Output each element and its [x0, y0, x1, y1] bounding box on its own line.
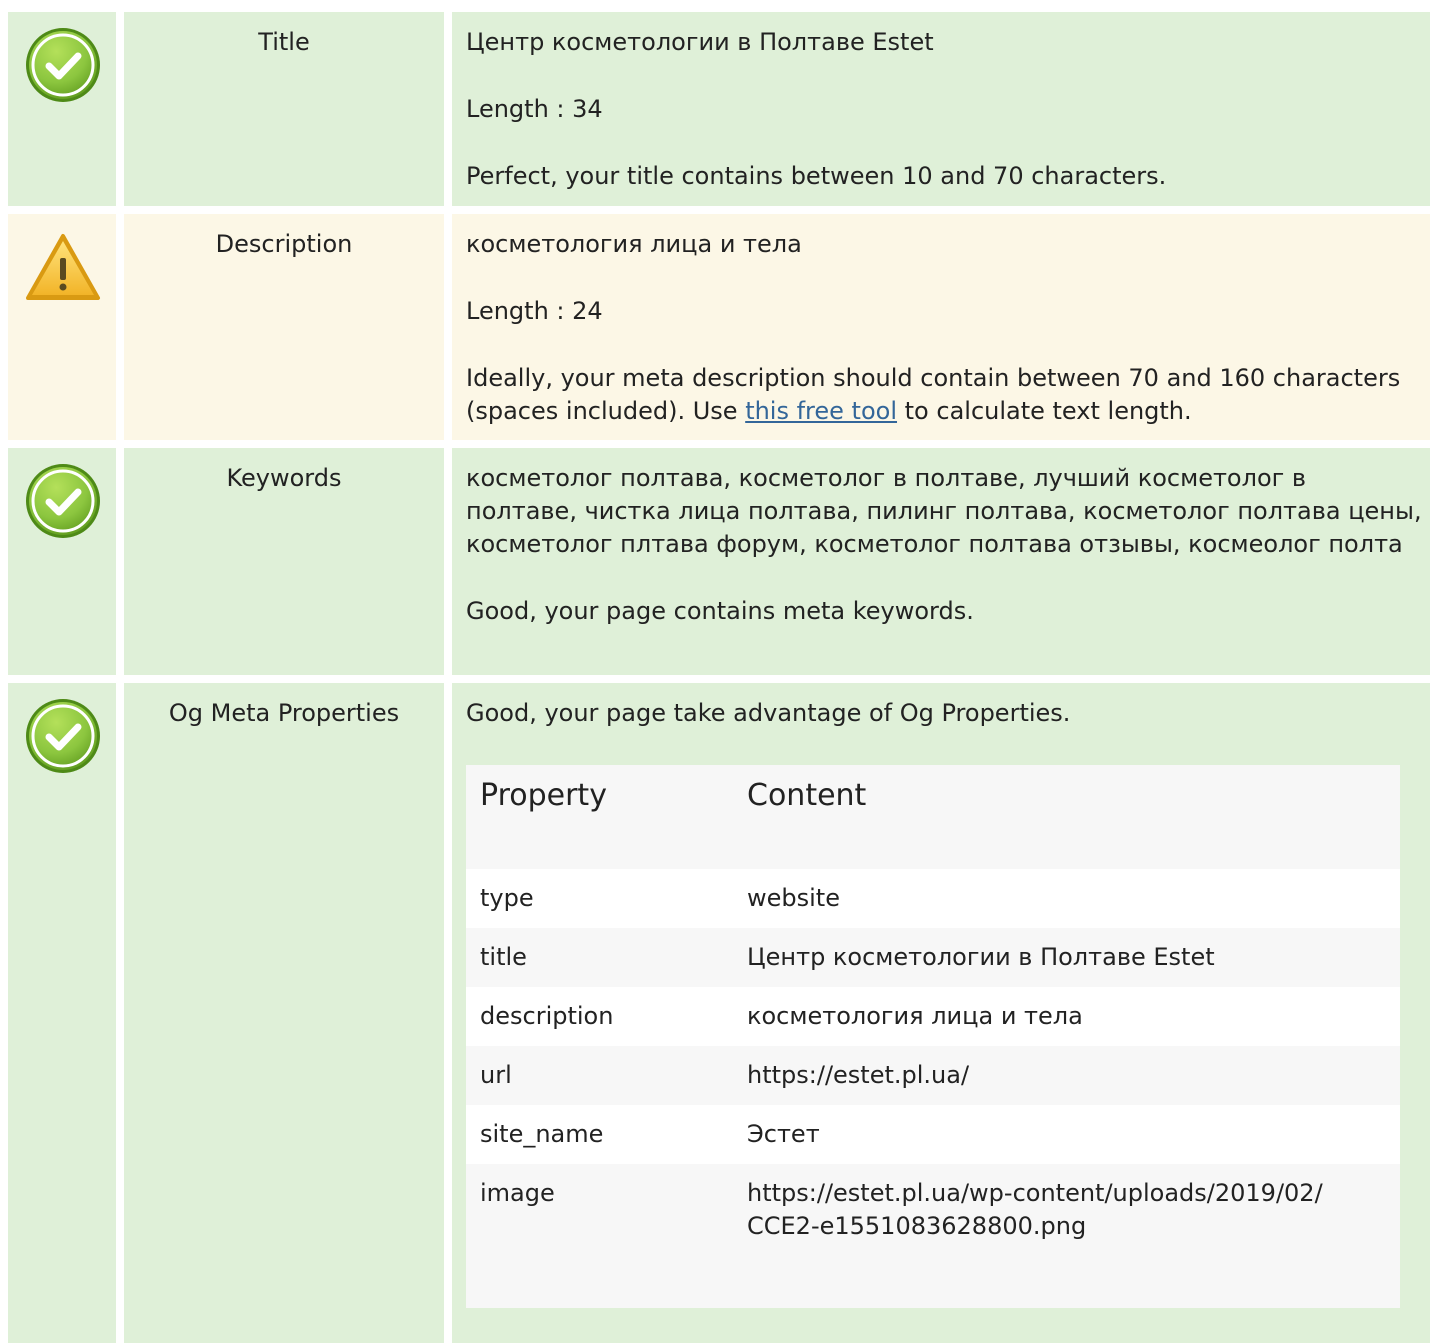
title-length: Length : 34 — [466, 95, 603, 123]
og-properties-table: Property Content type website title Цент… — [466, 765, 1400, 1308]
warning-triangle-icon — [26, 234, 100, 300]
keywords-check-row: Keywords косметолог полтава, косметолог … — [0, 448, 1430, 675]
check-content: Good, your page take advantage of Og Pro… — [452, 683, 1430, 1343]
property-cell: site_name — [480, 1120, 604, 1148]
table-row: type website — [466, 869, 1400, 928]
keywords-value: косметолог полтава, косметолог в полтаве… — [466, 464, 1422, 558]
check-circle-icon — [26, 28, 100, 102]
content-cell: https://estet.pl.ua/wp-content/uploads/2… — [733, 1164, 1400, 1256]
content-cell: website — [747, 884, 840, 912]
title-value: Центр косметологии в Полтаве Estet — [466, 28, 934, 56]
check-content: косметология лица и тела Length : 24 Ide… — [452, 214, 1430, 440]
table-row: description косметология лица и тела — [466, 987, 1400, 1046]
content-cell: Эстет — [747, 1120, 820, 1148]
table-row: url https://estet.pl.ua/ — [466, 1046, 1400, 1105]
check-circle-icon — [26, 699, 100, 773]
description-check-row: Description косметология лица и тела Len… — [0, 214, 1430, 440]
title-check-row: Title Центр косметологии в Полтаве Estet… — [0, 12, 1430, 206]
table-row: title Центр косметологии в Полтаве Estet — [466, 928, 1400, 987]
description-value: косметология лица и тела — [466, 230, 802, 258]
table-row: image https://estet.pl.ua/wp-content/upl… — [466, 1164, 1400, 1256]
check-label: Title — [124, 12, 444, 206]
check-label: Keywords — [124, 448, 444, 675]
description-message-end: to calculate text length. — [897, 397, 1192, 425]
image-url-text: https://estet.pl.ua/wp-content/uploads/2… — [747, 1179, 1323, 1240]
property-cell: title — [480, 943, 527, 971]
og-message: Good, your page take advantage of Og Pro… — [466, 699, 1071, 727]
status-cell — [8, 214, 116, 440]
check-label: Description — [124, 214, 444, 440]
content-cell: https://estet.pl.ua/ — [747, 1061, 970, 1089]
keywords-message: Good, your page contains meta keywords. — [466, 597, 974, 625]
content-cell: Центр косметологии в Полтаве Estet — [747, 943, 1215, 971]
free-tool-link[interactable]: this free tool — [745, 397, 897, 425]
og-properties-check-row: Og Meta Properties Good, your page take … — [0, 683, 1430, 1343]
column-header-property: Property — [480, 778, 607, 813]
table-header-row: Property Content — [466, 765, 1400, 869]
property-cell: image — [480, 1179, 555, 1207]
check-content: Центр косметологии в Полтаве Estet Lengt… — [452, 12, 1430, 206]
property-cell: description — [480, 1002, 614, 1030]
title-message: Perfect, your title contains between 10 … — [466, 162, 1167, 190]
check-content: косметолог полтава, косметолог в полтаве… — [452, 448, 1430, 675]
description-length: Length : 24 — [466, 297, 603, 325]
status-cell — [8, 683, 116, 1343]
column-header-content: Content — [747, 778, 867, 813]
check-label: Og Meta Properties — [124, 683, 444, 1343]
table-spacer-row — [466, 1256, 1400, 1308]
content-cell: косметология лица и тела — [747, 1002, 1083, 1030]
status-cell — [8, 12, 116, 206]
property-cell: type — [480, 884, 534, 912]
check-circle-icon — [26, 464, 100, 538]
property-cell: url — [480, 1061, 512, 1089]
description-message: Ideally, your meta description should co… — [466, 362, 1422, 428]
status-cell — [8, 448, 116, 675]
table-row: site_name Эстет — [466, 1105, 1400, 1164]
